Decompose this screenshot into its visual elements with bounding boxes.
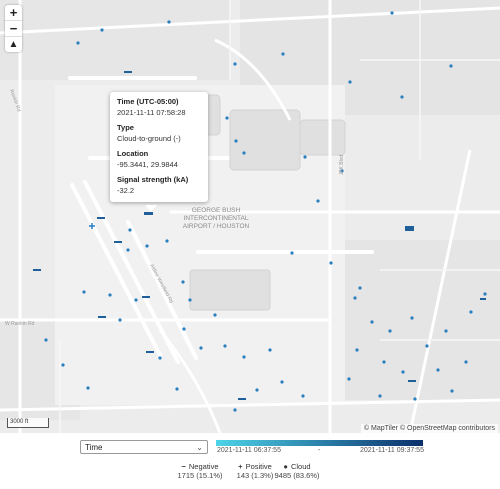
legend-cloud-label: Cloud bbox=[290, 462, 311, 471]
airport-label-line-1: GEORGE BUSH bbox=[192, 207, 241, 214]
time-gradient-bar bbox=[216, 440, 423, 446]
popup-location-key: Location bbox=[117, 149, 149, 158]
map-canvas[interactable]: GEORGE BUSH INTERCONTINENTAL AIRPORT / H… bbox=[0, 0, 500, 433]
map-basemap: GEORGE BUSH INTERCONTINENTAL AIRPORT / H… bbox=[0, 0, 500, 433]
zoom-control: + − ▲ bbox=[5, 5, 22, 52]
time-end-label: 2021-11-11 09:37:55 bbox=[360, 447, 424, 454]
road-label-2: W Rankin Rd bbox=[5, 321, 35, 327]
popup-type-key: Type bbox=[117, 123, 134, 132]
positive-icon: + bbox=[238, 462, 243, 471]
popup-tip bbox=[145, 205, 157, 212]
popup-location-value: -95.3441, 29.9844 bbox=[117, 160, 178, 169]
road-label-4: JFK Blvd bbox=[339, 155, 345, 175]
map-attribution: © MapTiler © OpenStreetMap contributors bbox=[360, 424, 498, 433]
popup-signal-value: -32.2 bbox=[117, 186, 135, 195]
legend-negative: − Negative 1715 (15.1%) bbox=[175, 462, 225, 480]
compass-button[interactable]: ▲ bbox=[5, 37, 22, 52]
legend-negative-label: Negative bbox=[188, 462, 219, 471]
legend-cloud-count: 9485 (83.6%) bbox=[274, 471, 320, 480]
osm-link[interactable]: © OpenStreetMap contributors bbox=[400, 425, 495, 432]
legend-cloud: ● Cloud 9485 (83.6%) bbox=[272, 462, 322, 480]
zoom-in-button[interactable]: + bbox=[5, 5, 22, 21]
maptiler-link[interactable]: © MapTiler bbox=[364, 425, 398, 432]
legend-positive-label: Positive bbox=[245, 462, 272, 471]
color-by-select[interactable]: Time ⌄ bbox=[80, 440, 208, 454]
negative-icon: − bbox=[181, 462, 186, 471]
airport-label-line-3: AIRPORT / HOUSTON bbox=[183, 223, 250, 230]
zoom-out-button[interactable]: − bbox=[5, 21, 22, 37]
time-start-label: 2021-11-11 06:37:55 bbox=[217, 447, 281, 454]
cloud-icon: ● bbox=[283, 462, 288, 471]
popup-time-key: Time (UTC-05:00) bbox=[117, 97, 179, 106]
chevron-down-icon: ⌄ bbox=[196, 443, 203, 452]
legend-negative-count: 1715 (15.1%) bbox=[177, 471, 223, 480]
time-range-separator: - bbox=[318, 447, 321, 454]
color-by-value: Time bbox=[85, 443, 103, 452]
strike-popup: Time (UTC-05:00) 2021-11-11 07:58:28 Typ… bbox=[110, 92, 208, 202]
popup-type-value: Cloud-to-ground (-) bbox=[117, 134, 181, 143]
scale-bar: 3000 ft bbox=[7, 418, 49, 428]
popup-time-value: 2021-11-11 07:58:28 bbox=[117, 108, 186, 117]
airport-label-line-2: INTERCONTINENTAL bbox=[184, 215, 249, 222]
popup-signal-key: Signal strength (kA) bbox=[117, 175, 189, 184]
